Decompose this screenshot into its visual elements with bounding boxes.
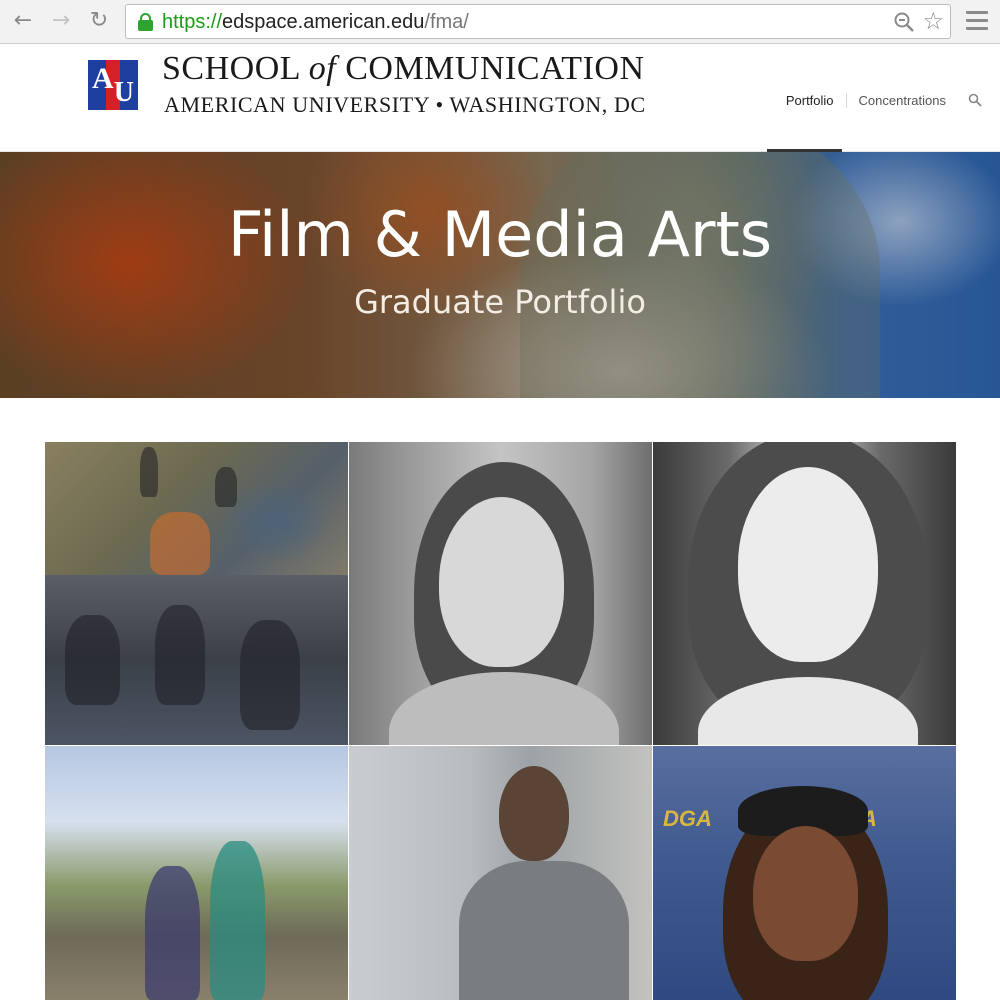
portfolio-grid: DGA DGA: [45, 442, 956, 1000]
portrait-photo: [753, 826, 858, 961]
address-bar[interactable]: https://edspace.american.edu/fma/ ☆: [125, 4, 951, 39]
lock-icon: [138, 13, 153, 31]
reload-icon[interactable]: ↻: [86, 8, 112, 34]
miners-photo: [45, 575, 348, 745]
hero-subtitle: Graduate Portfolio: [354, 283, 646, 321]
site-nav: Portfolio Concentrations: [774, 88, 982, 112]
hero-banner: Film & Media Arts Graduate Portfolio: [0, 152, 1000, 398]
back-arrow-icon[interactable]: ←: [10, 8, 36, 34]
portrait-photo: [738, 467, 878, 662]
hero-title: Film & Media Arts: [227, 198, 773, 271]
portfolio-tile[interactable]: [349, 442, 652, 745]
bookmark-star-icon[interactable]: ☆: [922, 7, 944, 35]
url-path: /fma/: [424, 11, 469, 33]
au-logo[interactable]: A U: [88, 60, 138, 110]
browser-menu-icon[interactable]: [966, 11, 988, 31]
search-icon[interactable]: [968, 93, 982, 107]
dga-logo: DGA: [663, 806, 712, 831]
portrait-photo: [499, 766, 569, 861]
portrait-photo: [439, 497, 564, 667]
filmmaker-photo: [145, 866, 200, 1000]
school-title[interactable]: SCHOOL of COMMUNICATION: [162, 50, 645, 88]
url-host: edspace.american.edu: [222, 11, 425, 33]
site-header: A U SCHOOL of COMMUNICATION AMERICAN UNI…: [0, 44, 1000, 152]
portfolio-tile[interactable]: [45, 442, 348, 745]
nav-item-concentrations[interactable]: Concentrations: [845, 92, 958, 108]
portfolio-tile[interactable]: DGA DGA: [653, 746, 956, 1000]
nav-item-portfolio[interactable]: Portfolio: [774, 93, 846, 108]
portfolio-tile[interactable]: [45, 746, 348, 1000]
forward-arrow-icon[interactable]: →: [48, 8, 74, 34]
portfolio-tile[interactable]: [653, 442, 956, 745]
url-scheme: https://: [162, 11, 223, 33]
zoom-out-icon[interactable]: [894, 12, 914, 32]
creek-photo: [45, 442, 348, 575]
url-text[interactable]: https://edspace.american.edu/fma/: [162, 10, 469, 34]
portfolio-tile[interactable]: [349, 746, 652, 1000]
school-subtitle: AMERICAN UNIVERSITY • WASHINGTON, DC: [164, 92, 646, 117]
browser-toolbar: ← → ↻ https://edspace.american.edu/fma/ …: [0, 0, 1000, 44]
